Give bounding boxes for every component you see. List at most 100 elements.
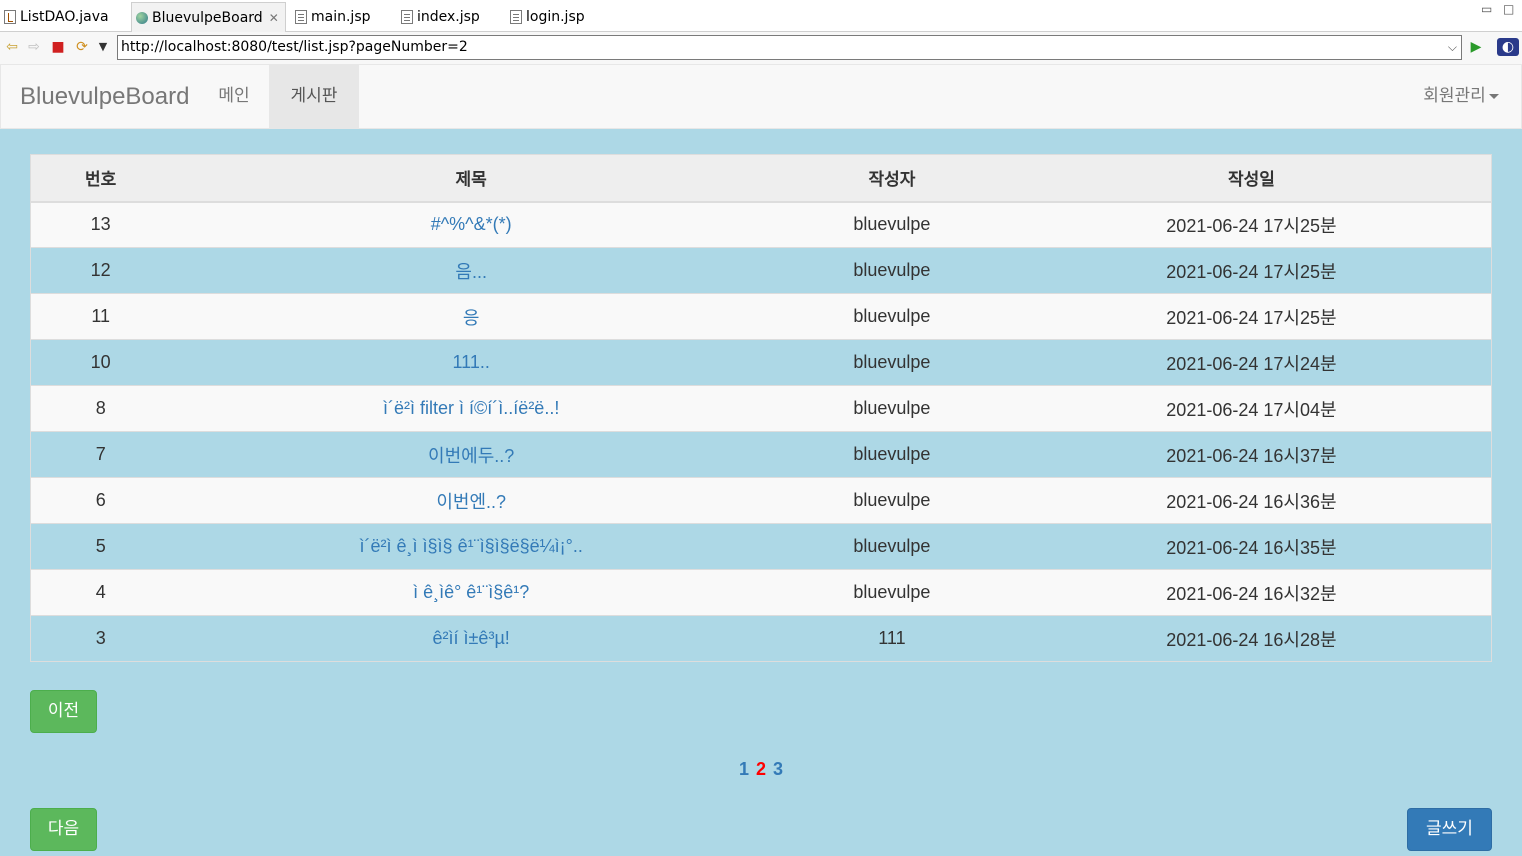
write-post-button[interactable]: 글쓰기	[1407, 808, 1492, 851]
pagination: 1 2 3	[0, 759, 1522, 780]
nav-item-board[interactable]: 게시판	[269, 65, 359, 128]
cell-date: 2021-06-24 16시35분	[1011, 523, 1492, 570]
cell-author: bluevulpe	[771, 293, 1012, 340]
url-field[interactable]: http://localhost:8080/test/list.jsp?page…	[117, 35, 1462, 60]
cell-author: bluevulpe	[771, 431, 1012, 478]
cell-date: 2021-06-24 17시25분	[1011, 201, 1492, 248]
cell-number: 5	[30, 523, 171, 570]
post-title-link[interactable]: 음...	[455, 262, 487, 282]
cell-number: 3	[30, 615, 171, 662]
cell-author: bluevulpe	[771, 247, 1012, 294]
post-title-link[interactable]: ì ê¸ìê° ê¹¨ì§ê¹?	[413, 582, 529, 602]
cell-date: 2021-06-24 16시32분	[1011, 569, 1492, 616]
cell-author: bluevulpe	[771, 569, 1012, 616]
cell-number: 6	[30, 477, 171, 524]
cell-date: 2021-06-24 16시37분	[1011, 431, 1492, 478]
browser-settings-icon[interactable]: ◐	[1497, 38, 1519, 56]
back-icon[interactable]: ⇦	[3, 38, 21, 56]
page-link-3[interactable]: 3	[773, 759, 783, 780]
post-title-link[interactable]: 이번에두..?	[428, 446, 514, 466]
post-title-link[interactable]: ì´ë²ì ê¸ì ì§ì§ ê¹¨ì§ì§ë§ë¼ì¡°..	[360, 536, 583, 556]
page-link-2-current[interactable]: 2	[756, 759, 766, 780]
cell-title: 이번엔..?	[170, 477, 772, 524]
go-icon[interactable]: ▶	[1467, 38, 1485, 56]
table-row: 7 이번에두..? bluevulpe 2021-06-24 16시37분	[30, 431, 1492, 478]
table-row: 3 ê²ìí ì±ê³µ! 111 2021-06-24 16시28분	[30, 615, 1492, 662]
cell-date: 2021-06-24 16시36분	[1011, 477, 1492, 524]
editor-tab-login-jsp[interactable]: login.jsp	[506, 4, 585, 30]
cell-number: 12	[30, 247, 171, 294]
cell-date: 2021-06-24 16시28분	[1011, 615, 1492, 662]
cell-title: 음...	[170, 247, 772, 294]
editor-tab-index-jsp[interactable]: index.jsp	[397, 4, 480, 30]
cell-date: 2021-06-24 17시25분	[1011, 293, 1492, 340]
board-table: 번호 제목 작성자 작성일 13 #^%^&*(*) bluevulpe 202…	[30, 154, 1492, 662]
table-row: 8 ì´ë²ì filter ì í©í´ì..íë²ë..! bluevulp…	[30, 385, 1492, 432]
post-title-link[interactable]: ê²ìí ì±ê³µ!	[433, 628, 510, 648]
site-navbar: BluevulpeBoard 메인 게시판 회원관리	[0, 64, 1522, 129]
editor-tab-bluevulpeboard[interactable]: BluevulpeBoard ✕	[131, 2, 286, 32]
cell-title: 이번에두..?	[170, 431, 772, 478]
cell-date: 2021-06-24 17시24분	[1011, 339, 1492, 386]
cell-title: ì´ë²ì filter ì í©í´ì..íë²ë..!	[170, 385, 772, 432]
editor-tab-listdao[interactable]: ListDAO.java	[0, 4, 109, 30]
header-title: 제목	[170, 154, 772, 203]
stop-icon[interactable]: ■	[49, 38, 67, 56]
history-dropdown-icon[interactable]: ▼	[94, 38, 112, 56]
editor-tab-label: main.jsp	[311, 9, 371, 25]
header-number: 번호	[30, 154, 171, 203]
table-row: 4 ì ê¸ìê° ê¹¨ì§ê¹? bluevulpe 2021-06-24 …	[30, 569, 1492, 616]
next-page-button[interactable]: 다음	[30, 808, 97, 851]
editor-tab-label: login.jsp	[526, 9, 585, 25]
cell-number: 11	[30, 293, 171, 340]
forward-icon[interactable]: ⇨	[25, 38, 43, 56]
cell-title: ì´ë²ì ê¸ì ì§ì§ ê¹¨ì§ì§ë§ë¼ì¡°..	[170, 523, 772, 570]
caret-down-icon	[1488, 93, 1499, 99]
editor-tab-label: ListDAO.java	[20, 9, 109, 25]
close-tab-icon[interactable]: ✕	[269, 11, 279, 25]
header-date: 작성일	[1011, 154, 1492, 203]
cell-author: bluevulpe	[771, 385, 1012, 432]
nav-item-main[interactable]: 메인	[199, 65, 269, 128]
jsp-file-icon	[295, 10, 307, 24]
minimize-icon[interactable]: ▭	[1481, 2, 1492, 16]
post-title-link[interactable]: 응	[463, 308, 480, 328]
cell-title: 응	[170, 293, 772, 340]
url-dropdown-icon[interactable]: ⌵	[1448, 36, 1457, 59]
cell-number: 8	[30, 385, 171, 432]
user-menu-dropdown[interactable]: 회원관리	[1406, 65, 1516, 128]
cell-date: 2021-06-24 17시04분	[1011, 385, 1492, 432]
cell-number: 10	[30, 339, 171, 386]
table-row: 6 이번엔..? bluevulpe 2021-06-24 16시36분	[30, 477, 1492, 524]
table-row: 12 음... bluevulpe 2021-06-24 17시25분	[30, 247, 1492, 294]
cell-title: 111..	[170, 339, 772, 386]
url-text: http://localhost:8080/test/list.jsp?page…	[121, 39, 468, 55]
maximize-icon[interactable]: □	[1503, 2, 1514, 16]
cell-author: bluevulpe	[771, 477, 1012, 524]
editor-tab-bar: ListDAO.java BluevulpeBoard ✕ main.jsp i…	[0, 0, 1522, 32]
table-header-row: 번호 제목 작성자 작성일	[30, 154, 1492, 203]
jsp-file-icon	[401, 10, 413, 24]
editor-tab-label: index.jsp	[417, 9, 480, 25]
table-row: 5 ì´ë²ì ê¸ì ì§ì§ ê¹¨ì§ì§ë§ë¼ì¡°.. bluevu…	[30, 523, 1492, 570]
cell-title: ì ê¸ìê° ê¹¨ì§ê¹?	[170, 569, 772, 616]
table-row: 11 응 bluevulpe 2021-06-24 17시25분	[30, 293, 1492, 340]
refresh-icon[interactable]: ⟳	[73, 38, 91, 56]
editor-tab-main-jsp[interactable]: main.jsp	[291, 4, 371, 30]
java-file-icon	[4, 10, 16, 24]
cell-author: bluevulpe	[771, 523, 1012, 570]
post-title-link[interactable]: 이번엔..?	[436, 492, 506, 512]
cell-number: 13	[30, 201, 171, 248]
post-title-link[interactable]: ì´ë²ì filter ì í©í´ì..íë²ë..!	[383, 398, 559, 418]
cell-date: 2021-06-24 17시25분	[1011, 247, 1492, 294]
jsp-file-icon	[510, 10, 522, 24]
page-link-1[interactable]: 1	[739, 759, 749, 780]
post-title-link[interactable]: #^%^&*(*)	[431, 214, 512, 234]
cell-title: ê²ìí ì±ê³µ!	[170, 615, 772, 662]
post-title-link[interactable]: 111..	[453, 352, 490, 372]
cell-number: 4	[30, 569, 171, 616]
prev-page-button[interactable]: 이전	[30, 690, 97, 733]
header-author: 작성자	[771, 154, 1012, 203]
cell-author: bluevulpe	[771, 201, 1012, 248]
brand-link[interactable]: BluevulpeBoard	[20, 65, 189, 128]
